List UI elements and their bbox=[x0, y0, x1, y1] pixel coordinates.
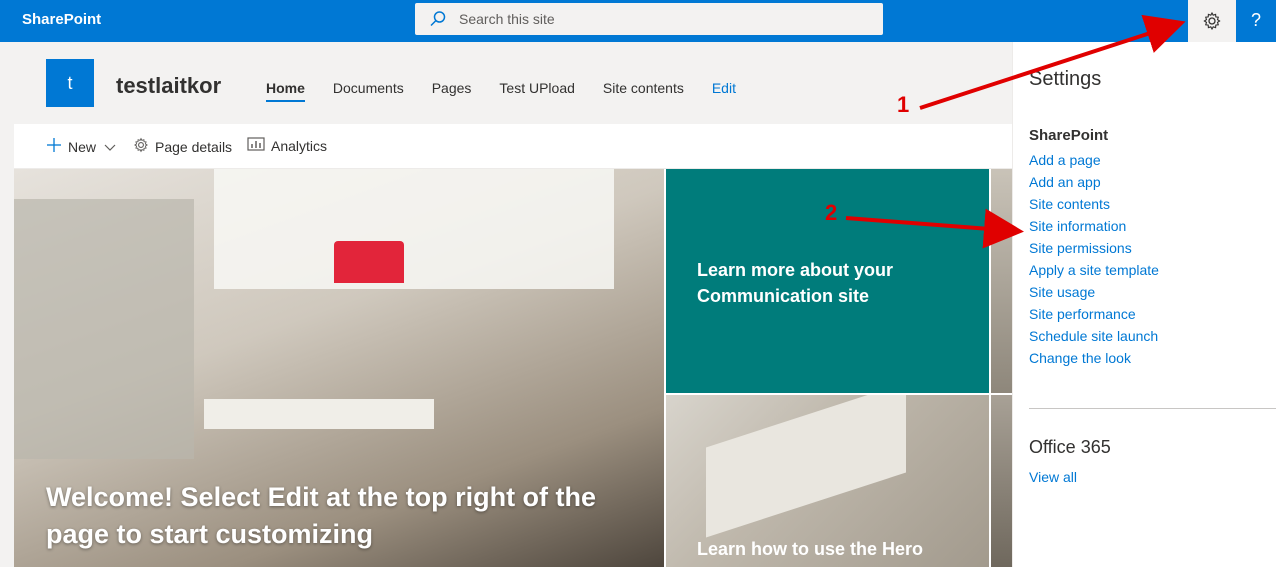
settings-link-site-usage[interactable]: Site usage bbox=[1029, 284, 1095, 300]
search-placeholder: Search this site bbox=[459, 11, 555, 27]
nav-pages[interactable]: Pages bbox=[432, 80, 472, 102]
nav-site-contents[interactable]: Site contents bbox=[603, 80, 684, 102]
site-logo[interactable]: t bbox=[46, 59, 94, 107]
hero-image-window bbox=[214, 169, 614, 289]
new-button[interactable]: New bbox=[46, 137, 122, 156]
hero-image-architecture bbox=[706, 395, 906, 538]
hero-image-wall bbox=[14, 199, 194, 459]
hero-tile-partial-1[interactable] bbox=[991, 169, 1012, 393]
hero-image-lamp bbox=[334, 241, 404, 283]
settings-panel: Settings SharePoint Add a page Add an ap… bbox=[1012, 42, 1276, 567]
settings-link-site-information[interactable]: Site information bbox=[1029, 218, 1126, 234]
suite-header: SharePoint Search this site ? bbox=[0, 0, 1276, 42]
settings-link-site-permissions[interactable]: Site permissions bbox=[1029, 240, 1132, 256]
gear-icon bbox=[133, 137, 155, 156]
command-bar: New Page details Analytics bbox=[14, 124, 1012, 169]
site-main: t testlaitkor Home Documents Pages Test … bbox=[14, 42, 1012, 567]
settings-link-add-page[interactable]: Add a page bbox=[1029, 152, 1101, 168]
settings-link-view-all[interactable]: View all bbox=[1029, 469, 1077, 485]
hero-main-tile[interactable]: Welcome! Select Edit at the top right of… bbox=[14, 169, 664, 567]
search-box[interactable]: Search this site bbox=[415, 3, 883, 35]
annotation-label-2: 2 bbox=[825, 200, 838, 225]
site-navigation: Home Documents Pages Test UPload Site co… bbox=[266, 80, 764, 102]
plus-icon bbox=[46, 137, 68, 156]
settings-link-change-look[interactable]: Change the look bbox=[1029, 350, 1131, 366]
site-header: t testlaitkor Home Documents Pages Test … bbox=[14, 42, 1012, 124]
page-details-button[interactable]: Page details bbox=[133, 137, 232, 156]
search-icon bbox=[429, 10, 447, 33]
site-title[interactable]: testlaitkor bbox=[116, 73, 221, 99]
hero-main-caption: Welcome! Select Edit at the top right of… bbox=[46, 482, 597, 549]
hero-image-table bbox=[204, 399, 434, 429]
settings-link-apply-template[interactable]: Apply a site template bbox=[1029, 262, 1159, 278]
settings-divider bbox=[1029, 408, 1276, 409]
chevron-down-icon bbox=[104, 139, 122, 155]
nav-edit-link[interactable]: Edit bbox=[712, 80, 736, 102]
analytics-label: Analytics bbox=[271, 137, 328, 154]
settings-button[interactable] bbox=[1188, 0, 1236, 42]
settings-title: Settings bbox=[1029, 68, 1102, 90]
nav-home[interactable]: Home bbox=[266, 80, 305, 102]
sharepoint-section-heading: SharePoint bbox=[1029, 127, 1109, 144]
hero-tile-howto-text: Learn how to use the Hero bbox=[697, 539, 924, 559]
nav-test-upload[interactable]: Test UPload bbox=[499, 80, 574, 102]
analytics-icon bbox=[247, 137, 271, 154]
hero-tile-partial-2[interactable] bbox=[991, 395, 1012, 567]
hero-tile-howto[interactable]: Learn how to use the Hero bbox=[666, 395, 989, 567]
hero-tile-communication-text: Learn more about your Communication site bbox=[697, 260, 894, 306]
settings-link-schedule-launch[interactable]: Schedule site launch bbox=[1029, 328, 1158, 344]
new-label: New bbox=[68, 138, 97, 155]
settings-link-site-contents[interactable]: Site contents bbox=[1029, 196, 1110, 212]
settings-link-site-performance[interactable]: Site performance bbox=[1029, 306, 1136, 322]
analytics-button[interactable]: Analytics bbox=[247, 137, 327, 154]
nav-documents[interactable]: Documents bbox=[333, 80, 404, 102]
office365-section-heading: Office 365 bbox=[1029, 437, 1111, 457]
sharepoint-brand[interactable]: SharePoint bbox=[22, 11, 101, 28]
help-button[interactable]: ? bbox=[1236, 0, 1276, 42]
annotation-label-1: 1 bbox=[897, 92, 910, 117]
settings-link-add-app[interactable]: Add an app bbox=[1029, 174, 1101, 190]
page-details-label: Page details bbox=[155, 138, 233, 155]
